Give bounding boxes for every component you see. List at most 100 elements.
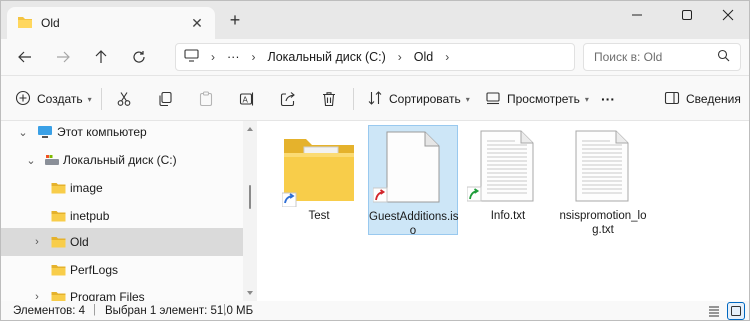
details-pane-icon	[664, 90, 680, 109]
view-button[interactable]: Просмотреть ▾	[485, 87, 589, 111]
folder-shortcut-icon	[281, 131, 356, 210]
sort-button[interactable]: Сортировать ▾	[367, 87, 470, 111]
clipboard-icon	[199, 91, 213, 107]
back-button[interactable]	[11, 43, 39, 71]
file-name: nsispromotion_lo g.txt	[559, 210, 647, 236]
tree-item-perflogs[interactable]: PerfLogs	[1, 256, 243, 284]
minimize-icon	[632, 14, 642, 16]
copy-icon	[159, 91, 172, 107]
address-bar[interactable]: › ··· › Локальный диск (C:) › Old ›	[175, 43, 575, 71]
paste-button[interactable]	[196, 89, 216, 109]
copy-button[interactable]	[155, 89, 175, 109]
trash-icon	[323, 92, 335, 107]
file-item-test[interactable]: Test	[274, 125, 364, 235]
folder-icon	[51, 264, 66, 279]
back-arrow-icon	[18, 51, 31, 63]
file-name: Test	[308, 210, 330, 222]
svg-text:A: A	[243, 96, 249, 105]
text-file-icon	[562, 129, 636, 208]
refresh-icon	[133, 51, 145, 63]
items-count: Элементов: 4	[13, 305, 86, 317]
computer-icon	[37, 125, 53, 142]
chevron-down-icon[interactable]: ⌄	[17, 126, 29, 139]
command-bar: Создать ▾ A Сортировать ▾ Просмотреть ▾ …	[1, 75, 749, 121]
tree-item-label: PerfLogs	[70, 263, 119, 277]
navigation-bar: › ··· › Локальный диск (C:) › Old › Поис…	[1, 39, 749, 75]
forward-arrow-icon	[57, 51, 70, 63]
rename-icon: A	[239, 92, 254, 106]
drive-icon	[44, 154, 60, 169]
search-placeholder: Поиск в: Old	[594, 50, 663, 64]
search-input[interactable]: Поиск в: Old	[583, 43, 741, 71]
folder-icon	[51, 236, 66, 251]
file-item-guestadditions-iso[interactable]: GuestAdditions.is o	[368, 125, 459, 237]
details-button[interactable]: Сведения	[664, 87, 741, 111]
text-file-shortcut-icon	[466, 129, 541, 208]
more-options-button[interactable]: ···	[601, 87, 615, 111]
refresh-button[interactable]	[125, 43, 153, 71]
monitor-icon[interactable]	[184, 49, 199, 65]
tree-item-local-disk[interactable]: ⌄ Локальный диск (C:)	[1, 146, 243, 174]
chevron-down-icon: ▾	[584, 94, 589, 104]
close-icon	[722, 9, 734, 21]
tree-item-this-pc[interactable]: ⌄ Этот компьютер	[1, 121, 243, 146]
tree-item-program-files[interactable]: › Program Files	[1, 283, 243, 301]
divider	[353, 88, 354, 110]
tree-item-label: Program Files	[70, 290, 145, 301]
forward-button[interactable]	[49, 43, 77, 71]
up-button[interactable]	[87, 43, 115, 71]
tree-item-inetpub[interactable]: inetpub	[1, 202, 243, 230]
sort-icon	[367, 90, 383, 109]
chevron-right-icon[interactable]: ›	[31, 236, 43, 248]
tree-item-label: Этот компьютер	[57, 125, 147, 139]
sort-label: Сортировать	[389, 92, 461, 106]
tree-item-label: Локальный диск (C:)	[63, 153, 177, 167]
rename-button[interactable]: A	[237, 89, 257, 109]
tab-strip: Old ✕ +	[1, 1, 749, 39]
view-icon	[485, 90, 501, 109]
tree-item-old[interactable]: › Old	[1, 228, 243, 256]
close-tab-icon[interactable]: ✕	[187, 15, 207, 32]
delete-button[interactable]	[319, 89, 339, 109]
divider: |	[93, 304, 96, 316]
tree-item-label: Old	[70, 235, 89, 249]
file-item-info-txt[interactable]: Info.txt	[463, 125, 553, 235]
large-icons-view-icon[interactable]	[727, 302, 745, 320]
breadcrumb-ellipsis[interactable]: ···	[227, 50, 240, 64]
tab-old[interactable]: Old ✕	[7, 7, 215, 39]
maximize-icon	[682, 10, 692, 20]
file-item-nsispromotion-log[interactable]: nsispromotion_lo g.txt	[558, 125, 648, 236]
chevron-right-icon[interactable]: ›	[31, 291, 43, 301]
cut-button[interactable]	[114, 89, 134, 109]
chevron-down-icon: ▾	[87, 94, 92, 104]
divider: |	[223, 304, 226, 316]
share-button[interactable]	[278, 89, 298, 109]
chevron-right-icon: ›	[251, 50, 256, 64]
tree-item-label: image	[70, 181, 103, 195]
chevron-down-icon[interactable]: ⌄	[25, 154, 37, 167]
tree-item-image[interactable]: image	[1, 174, 243, 202]
new-tab-button[interactable]: +	[225, 11, 245, 31]
maximize-button[interactable]	[664, 1, 710, 29]
minimize-button[interactable]	[614, 1, 660, 29]
scissors-icon	[117, 92, 131, 106]
breadcrumb-old[interactable]: Old	[414, 50, 433, 64]
breadcrumb-local-disk[interactable]: Локальный диск (C:)	[268, 50, 386, 64]
selection-info: Выбран 1 элемент: 51,0 МБ	[105, 305, 254, 317]
up-arrow-icon	[95, 50, 107, 63]
folder-icon	[51, 182, 66, 197]
folder-icon	[51, 210, 66, 225]
navigation-scrollbar[interactable]	[245, 125, 255, 297]
search-icon[interactable]	[717, 49, 730, 65]
chevron-right-icon: ›	[211, 50, 215, 64]
details-view-icon[interactable]	[707, 304, 721, 320]
create-button[interactable]: Создать ▾	[15, 87, 92, 111]
chevron-right-icon[interactable]: ›	[445, 50, 449, 64]
plus-circle-icon	[15, 90, 31, 109]
close-window-button[interactable]	[705, 1, 749, 29]
navigation-pane: ⌄ Этот компьютер ⌄ Локальный диск (C:) i…	[1, 121, 243, 301]
status-bar: Элементов: 4 | Выбран 1 элемент: 51,0 МБ…	[1, 301, 749, 320]
tab-title: Old	[41, 16, 60, 30]
iso-shortcut-icon	[372, 130, 447, 209]
file-list: Test GuestAdditions.is o Info.txt nsispr…	[257, 121, 749, 301]
